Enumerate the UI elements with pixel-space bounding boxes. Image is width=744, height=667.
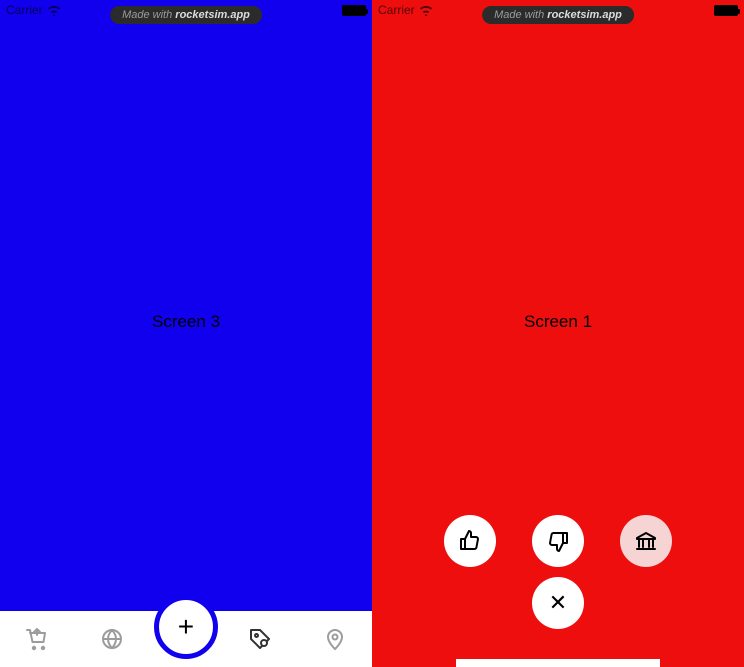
carrier-label: Carrier — [378, 3, 415, 17]
fab-close[interactable]: ✕ — [532, 577, 584, 629]
close-icon: ✕ — [549, 590, 567, 616]
watermark-pill: Made with rocketsim.app — [482, 6, 634, 24]
screen-title: Screen 1 — [524, 312, 592, 332]
screen-title: Screen 3 — [152, 312, 220, 332]
price-tag-icon — [248, 627, 272, 651]
thumbs-up-icon — [458, 529, 482, 553]
wifi-icon — [47, 5, 61, 16]
watermark-pill: Made with rocketsim.app — [110, 6, 262, 24]
fab-row — [372, 515, 744, 567]
tab-location[interactable] — [313, 617, 357, 661]
cart-icon — [25, 627, 49, 651]
thumbs-down-icon — [546, 529, 570, 553]
tab-cart[interactable] — [15, 617, 59, 661]
bottom-strip — [372, 659, 744, 667]
plus-icon: + — [178, 613, 194, 641]
device-left: Carrier Made with rocketsim.app Screen 3 — [0, 0, 372, 667]
bank-icon — [634, 529, 658, 553]
tab-globe[interactable] — [90, 617, 134, 661]
wifi-icon — [419, 5, 433, 16]
globe-icon — [100, 627, 124, 651]
fab-like[interactable] — [444, 515, 496, 567]
location-pin-icon — [323, 627, 347, 651]
battery-icon — [342, 5, 366, 16]
add-button[interactable]: + — [154, 595, 218, 659]
tab-tag[interactable] — [238, 617, 282, 661]
fab-dislike[interactable] — [532, 515, 584, 567]
carrier-label: Carrier — [6, 3, 43, 17]
fab-bank[interactable] — [620, 515, 672, 567]
tab-bar: + — [0, 611, 372, 667]
battery-icon — [714, 5, 738, 16]
tab-center[interactable]: + — [164, 617, 208, 661]
device-right: Carrier Made with rocketsim.app Screen 1 — [372, 0, 744, 667]
